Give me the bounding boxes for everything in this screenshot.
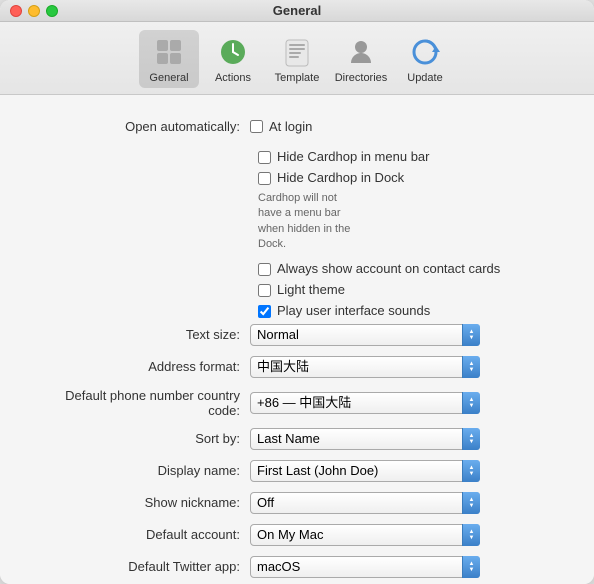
default-account-wrapper: On My Mac ▲ ▼ xyxy=(250,524,480,546)
address-format-control: 中国大陆 ▲ ▼ xyxy=(250,356,564,378)
text-size-wrapper: Normal ▲ ▼ xyxy=(250,324,480,346)
show-nickname-label: Show nickname: xyxy=(30,495,250,510)
play-sounds-checkbox[interactable] xyxy=(258,305,271,318)
show-nickname-select[interactable]: Off xyxy=(250,492,480,514)
general-label: General xyxy=(149,72,188,84)
twitter-app-control: macOS ▲ ▼ xyxy=(250,556,564,578)
twitter-app-row: Default Twitter app: macOS ▲ ▼ xyxy=(30,556,564,578)
twitter-app-select[interactable]: macOS xyxy=(250,556,480,578)
play-sounds-row: Play user interface sounds xyxy=(30,303,564,318)
text-size-select[interactable]: Normal xyxy=(250,324,480,346)
hide-dock-row: Hide Cardhop in Dock xyxy=(30,170,564,185)
default-account-label: Default account: xyxy=(30,527,250,542)
hide-menu-bar-label: Hide Cardhop in menu bar xyxy=(277,149,429,164)
show-nickname-row: Show nickname: Off ▲ ▼ xyxy=(30,492,564,514)
at-login-control: At login xyxy=(250,119,564,134)
traffic-lights xyxy=(10,5,58,17)
content-area: Open automatically: At login Hide Cardho… xyxy=(0,95,594,584)
toolbar: General Actions xyxy=(0,22,594,95)
address-format-wrapper: 中国大陆 ▲ ▼ xyxy=(250,356,480,378)
twitter-app-wrapper: macOS ▲ ▼ xyxy=(250,556,480,578)
address-format-select[interactable]: 中国大陆 xyxy=(250,356,480,378)
always-show-checkbox[interactable] xyxy=(258,263,271,276)
always-show-row: Always show account on contact cards xyxy=(30,261,564,276)
display-name-control: First Last (John Doe) ▲ ▼ xyxy=(250,460,564,482)
display-name-label: Display name: xyxy=(30,463,250,478)
phone-country-label: Default phone number country code: xyxy=(30,388,250,418)
text-size-label: Text size: xyxy=(30,327,250,342)
phone-country-select[interactable]: +86 — 中国大陆 xyxy=(250,392,480,414)
text-size-control: Normal ▲ ▼ xyxy=(250,324,564,346)
maximize-button[interactable] xyxy=(46,5,58,17)
open-automatically-row: Open automatically: At login xyxy=(30,115,564,137)
template-label: Template xyxy=(275,72,320,84)
actions-label: Actions xyxy=(215,72,251,84)
light-theme-label: Light theme xyxy=(277,282,345,297)
always-show-label: Always show account on contact cards xyxy=(277,261,500,276)
show-nickname-control: Off ▲ ▼ xyxy=(250,492,564,514)
twitter-app-label: Default Twitter app: xyxy=(30,559,250,574)
directories-label: Directories xyxy=(335,72,388,84)
default-account-select[interactable]: On My Mac xyxy=(250,524,480,546)
display-name-row: Display name: First Last (John Doe) ▲ ▼ xyxy=(30,460,564,482)
hide-dock-checkbox[interactable] xyxy=(258,172,271,185)
address-format-row: Address format: 中国大陆 ▲ ▼ xyxy=(30,356,564,378)
hide-dock-label: Hide Cardhop in Dock xyxy=(277,170,404,185)
light-theme-row: Light theme xyxy=(30,282,564,297)
directories-icon xyxy=(343,34,379,70)
display-name-wrapper: First Last (John Doe) ▲ ▼ xyxy=(250,460,480,482)
update-label: Update xyxy=(407,72,442,84)
sort-by-label: Sort by: xyxy=(30,431,250,446)
sort-by-row: Sort by: Last Name ▲ ▼ xyxy=(30,428,564,450)
phone-country-wrapper: +86 — 中国大陆 ▲ ▼ xyxy=(250,392,480,414)
minimize-button[interactable] xyxy=(28,5,40,17)
phone-country-row: Default phone number country code: +86 —… xyxy=(30,388,564,418)
title-bar: General xyxy=(0,0,594,22)
toolbar-item-general[interactable]: General xyxy=(139,30,199,88)
sort-by-wrapper: Last Name ▲ ▼ xyxy=(250,428,480,450)
actions-icon xyxy=(215,34,251,70)
hide-menu-bar-checkbox[interactable] xyxy=(258,151,271,164)
hide-menu-bar-row: Hide Cardhop in menu bar xyxy=(30,149,564,164)
template-icon xyxy=(279,34,315,70)
toolbar-item-directories[interactable]: Directories xyxy=(331,30,391,88)
default-account-row: Default account: On My Mac ▲ ▼ xyxy=(30,524,564,546)
address-format-label: Address format: xyxy=(30,359,250,374)
close-button[interactable] xyxy=(10,5,22,17)
default-account-control: On My Mac ▲ ▼ xyxy=(250,524,564,546)
at-login-wrapper: At login xyxy=(250,119,564,134)
play-sounds-label: Play user interface sounds xyxy=(277,303,430,318)
update-icon xyxy=(407,34,443,70)
open-automatically-label: Open automatically: xyxy=(30,119,250,134)
light-theme-checkbox[interactable] xyxy=(258,284,271,297)
sort-by-control: Last Name ▲ ▼ xyxy=(250,428,564,450)
at-login-label: At login xyxy=(269,119,312,134)
sort-by-select[interactable]: Last Name xyxy=(250,428,480,450)
toolbar-item-update[interactable]: Update xyxy=(395,30,455,88)
at-login-checkbox[interactable] xyxy=(250,120,263,133)
text-size-row: Text size: Normal ▲ ▼ xyxy=(30,324,564,346)
toolbar-item-template[interactable]: Template xyxy=(267,30,327,88)
main-window: General General xyxy=(0,0,594,584)
window-title: General xyxy=(273,3,321,18)
display-name-select[interactable]: First Last (John Doe) xyxy=(250,460,480,482)
toolbar-item-actions[interactable]: Actions xyxy=(203,30,263,88)
show-nickname-wrapper: Off ▲ ▼ xyxy=(250,492,480,514)
dock-hint: Cardhop will not have a menu bar when hi… xyxy=(30,191,360,253)
general-icon xyxy=(151,34,187,70)
toolbar-items: General Actions xyxy=(119,22,475,94)
phone-country-control: +86 — 中国大陆 ▲ ▼ xyxy=(250,392,564,414)
